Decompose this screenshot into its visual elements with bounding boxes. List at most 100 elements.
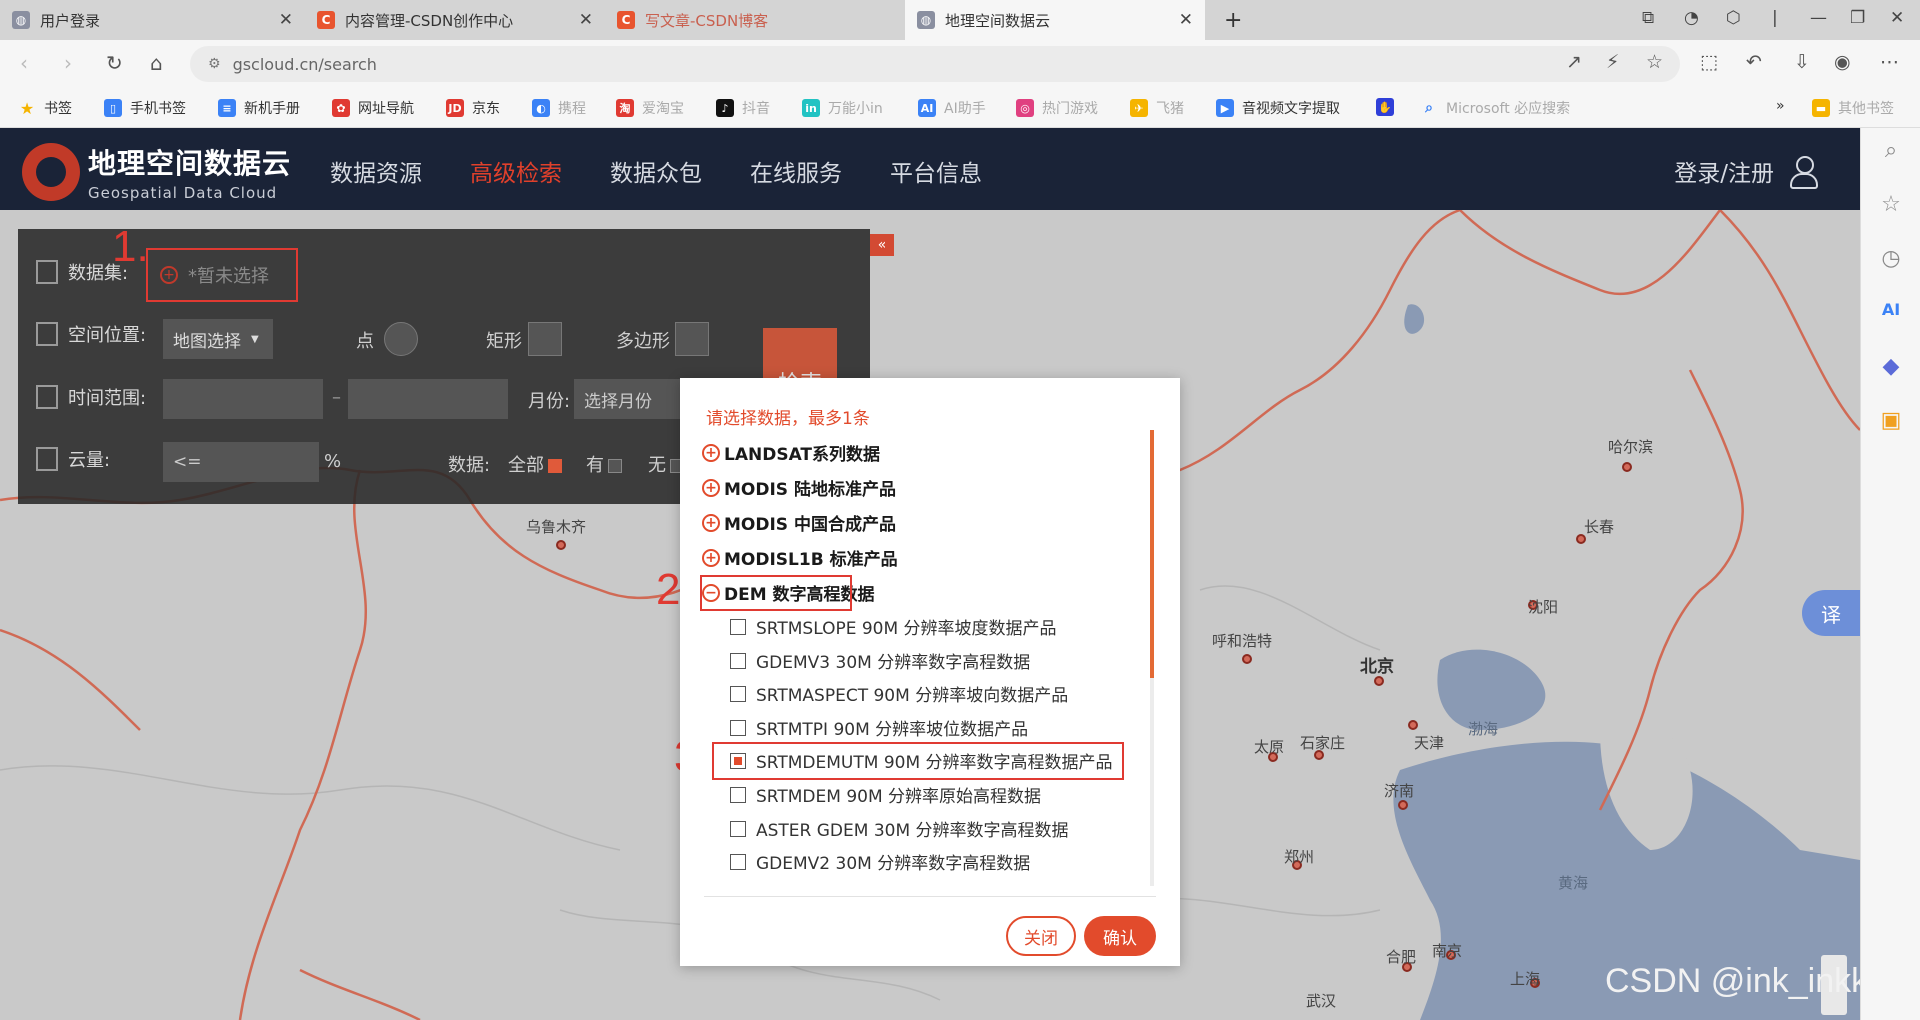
forward-icon[interactable]: ›	[64, 51, 72, 75]
site-info-icon[interactable]: ⚙	[208, 56, 221, 72]
checkbox[interactable]	[730, 719, 746, 736]
dem-item[interactable]: SRTMTPI 90M 分辨率坡位数据产品	[730, 715, 1028, 740]
item-label: GDEMV2 30M 分辨率数字高程数据	[756, 854, 1031, 874]
avatar[interactable]: ◉	[1834, 51, 1851, 73]
tab-list-icon[interactable]: ⧉	[1642, 8, 1654, 28]
maximize-icon[interactable]: ❐	[1850, 8, 1865, 28]
other-bookmarks[interactable]: ▬ 其他书签	[1812, 98, 1894, 118]
nav-online-services[interactable]: 在线服务	[750, 154, 842, 188]
checkbox[interactable]	[730, 618, 746, 635]
bookmark-item[interactable]: 淘爱淘宝	[616, 98, 684, 118]
new-tab-button[interactable]: +	[1212, 0, 1252, 40]
url-input[interactable]: ⚙ gscloud.cn/search	[190, 46, 1680, 82]
dataset-tree[interactable]: + LANDSAT系列数据 + MODIS 陆地标准产品 + MODIS 中国合成产品…	[702, 428, 1136, 888]
globe-logo-icon	[22, 143, 80, 201]
nav-platform-info[interactable]: 平台信息	[890, 154, 982, 188]
dem-item[interactable]: SRTMASPECT 90M 分辨率坡向数据产品	[730, 681, 1068, 706]
bookmark-label: 爱淘宝	[642, 101, 684, 117]
star-icon[interactable]: ☆	[1879, 192, 1903, 217]
ai-icon[interactable]: AI	[1879, 300, 1903, 319]
star-icon[interactable]: ☆	[1646, 51, 1663, 73]
location-select[interactable]: 地图选择 ▼	[163, 319, 273, 359]
confirm-button[interactable]: 确认	[1084, 916, 1156, 956]
nav-advanced-search[interactable]: 高级检索	[470, 154, 562, 188]
bookmark-item[interactable]: ✈ 飞猪	[1130, 98, 1184, 118]
bookmark-item[interactable]: ◐ 携程	[532, 98, 586, 118]
category-modisl1b[interactable]: + MODISL1B 标准产品	[702, 545, 898, 570]
gamepad-icon[interactable]: ◆	[1879, 354, 1903, 379]
clock-icon[interactable]: ◷	[1879, 246, 1903, 271]
extension-icon[interactable]: ⬡	[1726, 8, 1741, 28]
dataset-select[interactable]: + *暂未选择	[146, 248, 298, 302]
close-icon[interactable]: ✕	[279, 10, 293, 30]
history-back-icon[interactable]: ↶	[1746, 51, 1762, 73]
nav-crowdsourcing[interactable]: 数据众包	[610, 154, 702, 188]
bookmark-item[interactable]: ✋	[1376, 98, 1402, 116]
lightning-icon[interactable]: ⚡	[1606, 51, 1619, 73]
category-landsat[interactable]: + LANDSAT系列数据	[702, 440, 880, 465]
bookmark-item[interactable]: ✿ 网址导航	[332, 98, 414, 118]
category-modis-land[interactable]: + MODIS 陆地标准产品	[702, 475, 896, 500]
start-date-input[interactable]	[163, 379, 323, 419]
bookmark-item[interactable]: ♪ 抖音	[716, 98, 770, 118]
dem-item[interactable]: ASTER GDEM 30M 分辨率数字高程数据	[730, 816, 1069, 841]
checkbox[interactable]	[608, 459, 622, 473]
minimize-icon[interactable]: —	[1810, 8, 1827, 28]
close-icon[interactable]: ✕	[1179, 10, 1193, 30]
cloud-input[interactable]: <=	[163, 442, 319, 482]
reload-icon[interactable]: ↻	[106, 51, 123, 75]
tab-user-login[interactable]: ◍ 用户登录 ✕	[0, 0, 305, 40]
translate-button[interactable]: 译	[1802, 590, 1860, 636]
download-icon[interactable]: ⇩	[1794, 51, 1810, 73]
checkbox[interactable]	[730, 786, 746, 803]
scrollbar-thumb[interactable]	[1150, 430, 1154, 678]
category-modis-china[interactable]: + MODIS 中国合成产品	[702, 510, 896, 535]
checkbox[interactable]	[730, 685, 746, 702]
bookmark-item[interactable]: ◎ 热门游戏	[1016, 98, 1098, 118]
search-icon[interactable]: ⌕	[1879, 138, 1903, 163]
checkbox[interactable]	[548, 459, 562, 473]
more-bookmarks-button[interactable]: »	[1776, 98, 1785, 114]
close-button[interactable]: 关闭	[1006, 916, 1076, 956]
dem-item[interactable]: SRTMDEM 90M 分辨率原始高程数据	[730, 782, 1041, 807]
collapse-panel-button[interactable]: «	[870, 234, 894, 256]
home-icon[interactable]: ⌂	[150, 51, 163, 75]
incognito-icon[interactable]: ◔	[1684, 8, 1699, 28]
tab-geospatial-cloud[interactable]: ◍ 地理空间数据云 ✕	[905, 0, 1205, 40]
bookmark-item[interactable]: AI AI助手	[918, 98, 986, 118]
extensions-icon[interactable]: ⬚	[1700, 51, 1718, 73]
checkbox[interactable]	[730, 820, 746, 837]
bookmark-item[interactable]: ▯ 手机书签	[104, 98, 186, 118]
tab-csdn-write[interactable]: C 写文章-CSDN博客	[605, 0, 905, 40]
checkbox[interactable]	[730, 652, 746, 669]
data-all-option[interactable]: 全部	[508, 451, 562, 477]
month-select[interactable]: 选择月份	[574, 379, 684, 419]
bookmark-item[interactable]: ≡ 新机手册	[218, 98, 300, 118]
dem-item[interactable]: GDEMV2 30M 分辨率数字高程数据	[730, 849, 1030, 874]
bookmark-item[interactable]: in 万能小in	[802, 98, 883, 118]
window-close-icon[interactable]: ✕	[1890, 8, 1904, 28]
site-logo[interactable]: 地理空间数据云 Geospatial Data Cloud	[22, 142, 291, 202]
tab-csdn-manage[interactable]: C 内容管理-CSDN创作中心 ✕	[305, 0, 605, 40]
bookmark-item[interactable]: ⌕ Microsoft 必应搜索	[1420, 98, 1570, 118]
close-icon[interactable]: ✕	[579, 10, 593, 30]
checkbox[interactable]	[730, 853, 746, 870]
login-register-link[interactable]: 登录/注册	[1674, 154, 1818, 189]
rectangle-tool-icon[interactable]	[528, 322, 562, 356]
toolbox-icon[interactable]: ▣	[1879, 408, 1903, 433]
share-icon[interactable]: ↗	[1566, 51, 1582, 73]
bookmark-item[interactable]: ★ 书签	[18, 98, 72, 118]
site-header: 地理空间数据云 Geospatial Data Cloud 数据资源 高级检索 …	[0, 128, 1860, 210]
nav-data-resources[interactable]: 数据资源	[330, 154, 422, 188]
data-yes-option[interactable]: 有	[586, 451, 622, 477]
back-icon[interactable]: ‹	[20, 51, 28, 75]
end-date-input[interactable]	[348, 379, 508, 419]
dem-item[interactable]: SRTMSLOPE 90M 分辨率坡度数据产品	[730, 614, 1057, 639]
bookmark-item[interactable]: ▶ 音视频文字提取	[1216, 98, 1340, 118]
menu-icon[interactable]: ⋯	[1880, 51, 1899, 73]
point-tool-icon[interactable]	[384, 322, 418, 356]
dem-item[interactable]: GDEMV3 30M 分辨率数字高程数据	[730, 648, 1030, 673]
polygon-tool-icon[interactable]	[675, 322, 709, 356]
bookmark-item[interactable]: JD 京东	[446, 98, 500, 118]
data-no-option[interactable]: 无	[648, 451, 684, 477]
